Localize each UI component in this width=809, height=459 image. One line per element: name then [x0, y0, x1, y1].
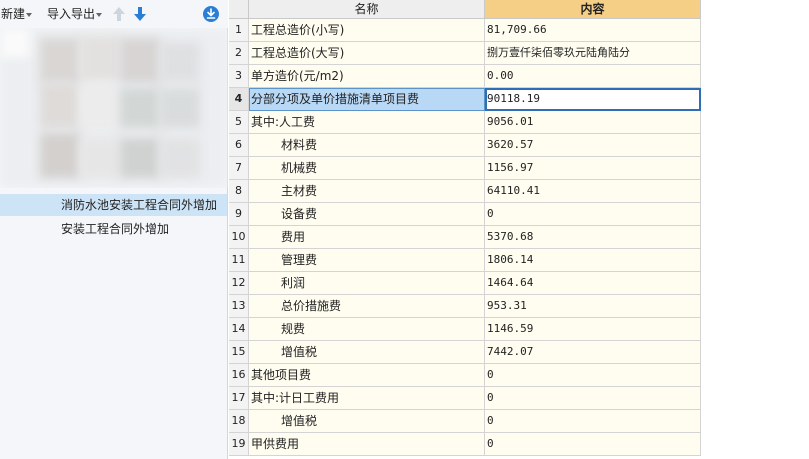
name-cell[interactable]: 费用 [249, 226, 485, 249]
content-cell[interactable]: 5370.68 [485, 226, 701, 249]
move-up-button[interactable] [111, 5, 127, 23]
download-circle-icon [203, 6, 219, 22]
table-row[interactable]: 7 机械费 1156.97 [229, 157, 701, 180]
table-row[interactable]: 15 增值税 7442.07 [229, 341, 701, 364]
header-corner [229, 0, 249, 19]
name-cell[interactable]: 其中:计日工费用 [249, 387, 485, 410]
row-number[interactable]: 19 [229, 433, 249, 456]
table-row[interactable]: 14 规费 1146.59 [229, 318, 701, 341]
toolbar: 新建 导入导出 [0, 0, 228, 28]
table-row[interactable]: 5 其中:人工费 9056.01 [229, 111, 701, 134]
move-down-button[interactable] [132, 5, 148, 23]
import-export-label: 导入导出 [47, 7, 96, 21]
row-number[interactable]: 1 [229, 19, 249, 42]
tree-item-label: 消防水池安装工程合同外增加 [61, 198, 218, 212]
row-number[interactable]: 8 [229, 180, 249, 203]
row-number[interactable]: 9 [229, 203, 249, 226]
table-row[interactable]: 17 其中:计日工费用 0 [229, 387, 701, 410]
blurred-region [0, 28, 228, 188]
content-cell[interactable]: 90118.19 [485, 88, 701, 111]
table-row[interactable]: 13 总价措施费 953.31 [229, 295, 701, 318]
name-cell[interactable]: 工程总造价(大写) [249, 42, 485, 65]
name-cell[interactable]: 分部分项及单价措施清单项目费 [249, 88, 485, 111]
arrow-up-icon [113, 7, 125, 21]
row-number[interactable]: 3 [229, 65, 249, 88]
table-row[interactable]: 8 主材费 64110.41 [229, 180, 701, 203]
row-number[interactable]: 7 [229, 157, 249, 180]
content-cell[interactable]: 0.00 [485, 65, 701, 88]
chevron-down-icon [96, 12, 103, 17]
content-cell[interactable]: 1464.64 [485, 272, 701, 295]
content-cell[interactable]: 64110.41 [485, 180, 701, 203]
table-row[interactable]: 1 工程总造价(小写) 81,709.66 [229, 19, 701, 42]
content-cell[interactable]: 3620.57 [485, 134, 701, 157]
name-cell[interactable]: 增值税 [249, 410, 485, 433]
row-number[interactable]: 12 [229, 272, 249, 295]
row-number[interactable]: 15 [229, 341, 249, 364]
import-export-dropdown-button[interactable]: 导入导出 [47, 6, 103, 22]
row-number[interactable]: 14 [229, 318, 249, 341]
name-cell[interactable]: 利润 [249, 272, 485, 295]
tree-item-label: 安装工程合同外增加 [61, 222, 170, 236]
header-name[interactable]: 名称 [249, 0, 485, 19]
row-number[interactable]: 5 [229, 111, 249, 134]
row-number[interactable]: 11 [229, 249, 249, 272]
table-row[interactable]: 12 利润 1464.64 [229, 272, 701, 295]
name-cell[interactable]: 其他项目费 [249, 364, 485, 387]
chevron-down-icon [26, 12, 33, 17]
table-row[interactable]: 19 甲供费用 0 [229, 433, 701, 456]
row-number[interactable]: 2 [229, 42, 249, 65]
tree-item-install-project[interactable]: 安装工程合同外增加 [0, 218, 227, 240]
name-cell[interactable]: 增值税 [249, 341, 485, 364]
content-cell[interactable]: 1156.97 [485, 157, 701, 180]
table-row[interactable]: 18 增值税 0 [229, 410, 701, 433]
left-panel: 新建 导入导出 消防水池安装工程合同外增加 安装工程合同外增加 [0, 0, 228, 459]
content-cell[interactable]: 捌万壹仟柒佰零玖元陆角陆分 [485, 42, 701, 65]
tree-item-fire-pool-install[interactable]: 消防水池安装工程合同外增加 [0, 194, 227, 216]
name-cell[interactable]: 主材费 [249, 180, 485, 203]
content-cell[interactable]: 9056.01 [485, 111, 701, 134]
header-content[interactable]: 内容 [485, 0, 701, 19]
table-row[interactable]: 6 材料费 3620.57 [229, 134, 701, 157]
table-row[interactable]: 3 单方造价(元/m2) 0.00 [229, 65, 701, 88]
name-cell[interactable]: 其中:人工费 [249, 111, 485, 134]
row-number[interactable]: 13 [229, 295, 249, 318]
arrow-down-icon [134, 7, 146, 21]
new-button-label: 新建 [1, 7, 26, 21]
name-cell[interactable]: 工程总造价(小写) [249, 19, 485, 42]
table-row[interactable]: 4 分部分项及单价措施清单项目费 90118.19 [229, 88, 701, 111]
content-cell[interactable]: 7442.07 [485, 341, 701, 364]
row-number[interactable]: 18 [229, 410, 249, 433]
name-cell[interactable]: 规费 [249, 318, 485, 341]
name-cell[interactable]: 单方造价(元/m2) [249, 65, 485, 88]
row-number[interactable]: 4 [229, 88, 249, 111]
content-cell[interactable]: 0 [485, 387, 701, 410]
name-cell[interactable]: 管理费 [249, 249, 485, 272]
download-button[interactable] [202, 5, 220, 23]
content-cell[interactable]: 0 [485, 364, 701, 387]
row-number[interactable]: 16 [229, 364, 249, 387]
content-cell[interactable]: 1806.14 [485, 249, 701, 272]
name-cell[interactable]: 机械费 [249, 157, 485, 180]
name-cell[interactable]: 设备费 [249, 203, 485, 226]
row-number[interactable]: 6 [229, 134, 249, 157]
name-cell[interactable]: 材料费 [249, 134, 485, 157]
new-dropdown-button[interactable]: 新建 [1, 6, 33, 22]
name-cell[interactable]: 甲供费用 [249, 433, 485, 456]
content-cell[interactable]: 0 [485, 433, 701, 456]
content-cell[interactable]: 953.31 [485, 295, 701, 318]
table-row[interactable]: 10 费用 5370.68 [229, 226, 701, 249]
row-number[interactable]: 10 [229, 226, 249, 249]
name-cell[interactable]: 总价措施费 [249, 295, 485, 318]
table-row[interactable]: 16 其他项目费 0 [229, 364, 701, 387]
content-cell[interactable]: 0 [485, 203, 701, 226]
content-cell[interactable]: 0 [485, 410, 701, 433]
content-cell[interactable]: 81,709.66 [485, 19, 701, 42]
content-cell[interactable]: 1146.59 [485, 318, 701, 341]
table-row[interactable]: 11 管理费 1806.14 [229, 249, 701, 272]
table-row[interactable]: 2 工程总造价(大写) 捌万壹仟柒佰零玖元陆角陆分 [229, 42, 701, 65]
summary-grid: 名称 内容 1 工程总造价(小写) 81,709.66 2 工程总造价(大写) 捌万壹仟柒… [229, 0, 701, 459]
row-number[interactable]: 17 [229, 387, 249, 410]
table-row[interactable]: 9 设备费 0 [229, 203, 701, 226]
